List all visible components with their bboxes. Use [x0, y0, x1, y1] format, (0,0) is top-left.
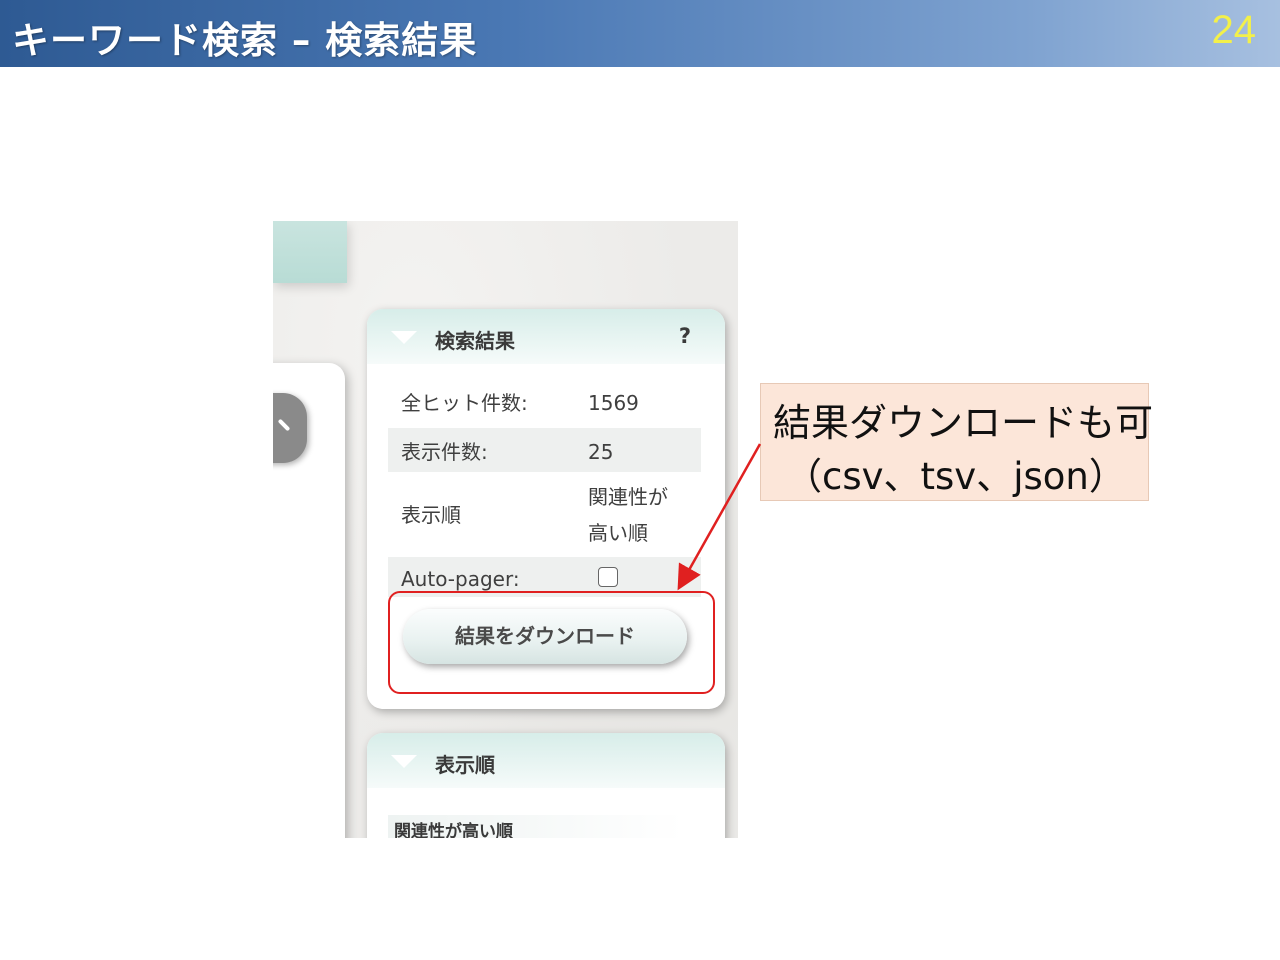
screenshot: 検索結果 ? 全ヒット件数: 1569 表示件数: 25 表示順 関連性が 高い…: [273, 221, 738, 838]
auto-pager-label: Auto-pager:: [401, 567, 520, 591]
slide-header: キーワード検索 – 検索結果 24: [0, 0, 1280, 67]
triangle-icon[interactable]: [391, 755, 417, 768]
display-count-row: 表示件数: 25: [388, 428, 701, 472]
total-hits-value: 1569: [588, 391, 639, 415]
triangle-icon[interactable]: [391, 331, 417, 344]
callout-line1: 結果ダウンロードも可: [773, 401, 1154, 445]
display-order-label: 表示順: [401, 503, 461, 527]
display-order-value-line2: 高い順: [588, 521, 648, 545]
display-count-label: 表示件数:: [401, 440, 488, 464]
search-icon[interactable]: [273, 393, 307, 463]
order-panel: 表示順 関連性が高い順: [367, 733, 725, 838]
results-panel-header[interactable]: 検索結果 ?: [367, 309, 725, 364]
display-order-value-line1: 関連性が: [588, 485, 668, 509]
download-highlight-box: [388, 591, 715, 694]
page-number: 24: [1211, 8, 1257, 52]
slide-title: キーワード検索 – 検索結果: [12, 19, 478, 62]
auto-pager-checkbox[interactable]: [598, 567, 618, 587]
results-panel-title: 検索結果: [435, 329, 515, 353]
total-hits-label: 全ヒット件数:: [401, 391, 528, 415]
total-hits-row: 全ヒット件数: 1569: [388, 379, 701, 423]
order-panel-header[interactable]: 表示順: [367, 733, 725, 788]
callout-line2: （csv、tsv、json）: [785, 455, 1126, 498]
order-option-relevance[interactable]: 関連性が高い順: [388, 815, 684, 838]
callout-box: 結果ダウンロードも可 （csv、tsv、json）: [760, 383, 1153, 501]
teal-header-fragment: [273, 221, 347, 283]
order-panel-title: 表示順: [435, 753, 495, 777]
display-order-row: 表示順 関連性が 高い順: [388, 475, 701, 553]
display-count-value: 25: [588, 440, 614, 464]
help-icon[interactable]: ?: [679, 324, 691, 348]
